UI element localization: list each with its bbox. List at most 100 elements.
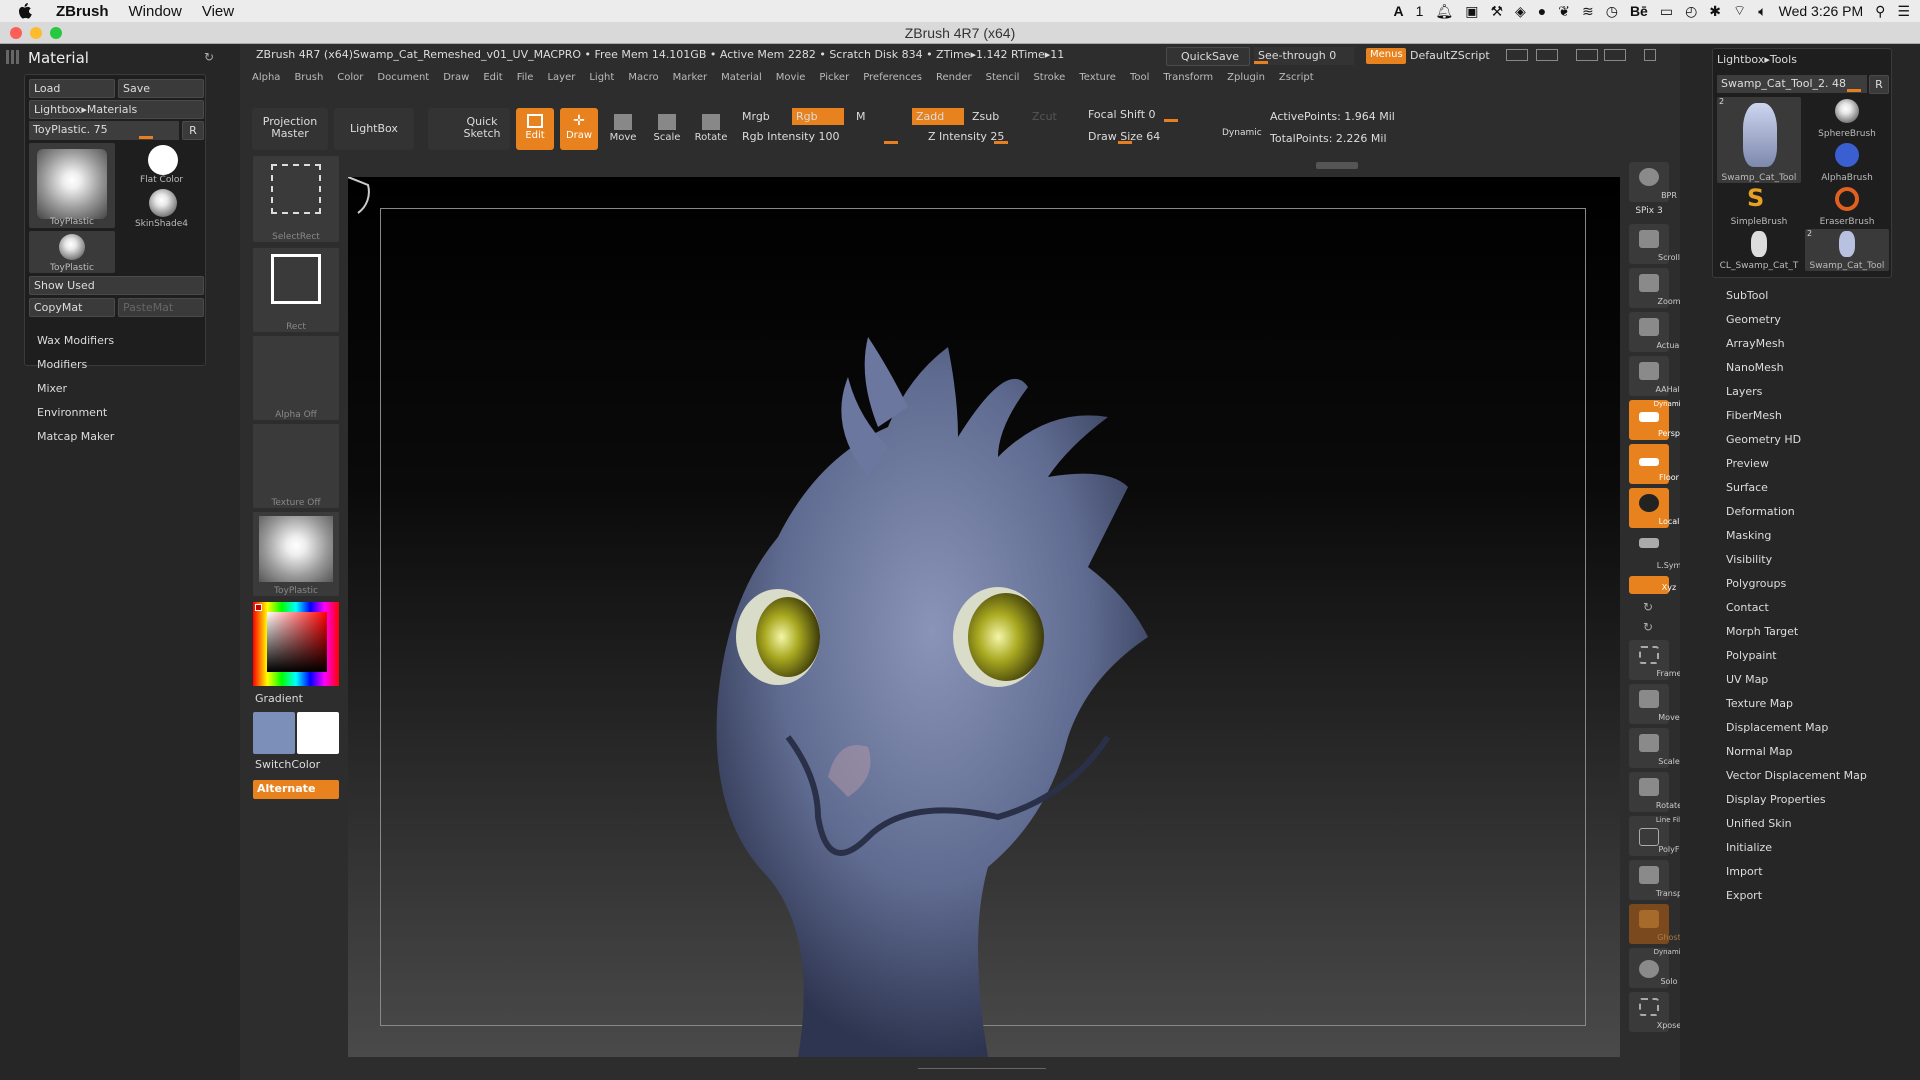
- menu-visibility[interactable]: Visibility: [1726, 553, 1772, 566]
- rotate-axis-icon-2[interactable]: ↻: [1643, 620, 1653, 634]
- menu-stencil[interactable]: Stencil: [986, 72, 1020, 83]
- menu-marker[interactable]: Marker: [673, 72, 708, 83]
- menu-initialize[interactable]: Initialize: [1726, 841, 1772, 854]
- adobe-icon[interactable]: A: [1394, 3, 1404, 19]
- bottom-tray-handle[interactable]: [918, 1068, 1046, 1076]
- see-through-slider[interactable]: See-through 0: [1254, 47, 1354, 65]
- rotate-axis-icon[interactable]: ↻: [1643, 600, 1653, 614]
- select-rect-button[interactable]: SelectRect: [253, 156, 339, 242]
- menu-macro[interactable]: Macro: [628, 72, 658, 83]
- material-thumb-skinshade4[interactable]: SkinShade4: [119, 187, 204, 229]
- secondary-color-swatch[interactable]: [297, 712, 339, 754]
- rgb-intensity-slider[interactable]: Rgb Intensity 100: [738, 128, 898, 145]
- menu-contact[interactable]: Contact: [1726, 601, 1769, 614]
- draw-size-slider[interactable]: Draw Size 64: [1084, 128, 1224, 145]
- menu-deformation[interactable]: Deformation: [1726, 505, 1795, 518]
- save-button[interactable]: Save: [118, 79, 204, 98]
- menu-polypaint[interactable]: Polypaint: [1726, 649, 1777, 662]
- transp-button[interactable]: Transp: [1629, 860, 1682, 900]
- menu-app-name[interactable]: ZBrush: [56, 3, 109, 20]
- actual-button[interactable]: Actual: [1629, 312, 1682, 352]
- tool-r-button[interactable]: R: [1869, 75, 1889, 94]
- projection-master-button[interactable]: Projection Master: [252, 108, 328, 150]
- copymat-button[interactable]: CopyMat: [29, 298, 115, 317]
- menu-texture-map[interactable]: Texture Map: [1726, 697, 1793, 710]
- menu-normal-map[interactable]: Normal Map: [1726, 745, 1793, 758]
- zoom-button[interactable]: Zoom: [1629, 268, 1681, 308]
- layout-icon-3[interactable]: [1576, 49, 1598, 61]
- quicksave-button[interactable]: QuickSave: [1166, 47, 1250, 66]
- menu-zplugin[interactable]: Zplugin: [1227, 72, 1265, 83]
- menu-color[interactable]: Color: [337, 72, 363, 83]
- wifi-icon[interactable]: ⌔: [1733, 2, 1746, 20]
- circle-icon[interactable]: ●: [1538, 3, 1546, 19]
- tool-selector[interactable]: Swamp_Cat_Tool_2. 48: [1717, 75, 1867, 93]
- menu-polygroups[interactable]: Polygroups: [1726, 577, 1786, 590]
- lsym-button[interactable]: L.Sym: [1629, 532, 1681, 572]
- spotlight-icon[interactable]: ⚲: [1875, 3, 1885, 20]
- lightbox-materials-button[interactable]: Lightbox▸Materials: [29, 100, 204, 119]
- gradient-label[interactable]: Gradient: [255, 692, 303, 705]
- local-button[interactable]: Local: [1629, 488, 1679, 528]
- close-window-button[interactable]: [10, 27, 22, 39]
- load-button[interactable]: Load: [29, 79, 115, 98]
- menu-light[interactable]: Light: [589, 72, 614, 83]
- menu-masking[interactable]: Masking: [1726, 529, 1771, 542]
- menu-matcap-maker[interactable]: Matcap Maker: [37, 430, 114, 443]
- menu-geometry[interactable]: Geometry: [1726, 313, 1781, 326]
- menu-export[interactable]: Export: [1726, 889, 1762, 902]
- tool-slider-knob[interactable]: [1847, 89, 1861, 92]
- color-picker[interactable]: [253, 602, 339, 686]
- menu-environment[interactable]: Environment: [37, 406, 107, 419]
- edit-button[interactable]: Edit: [516, 108, 554, 150]
- draw-size-knob[interactable]: [1118, 141, 1132, 144]
- menu-arraymesh[interactable]: ArrayMesh: [1726, 337, 1785, 350]
- bell-icon[interactable]: 🔔︎: [1435, 3, 1453, 20]
- lock-icon[interactable]: [1644, 49, 1656, 61]
- menu-draw[interactable]: Draw: [443, 72, 469, 83]
- lightbox-tools-button[interactable]: Lightbox▸Tools: [1717, 53, 1797, 66]
- rgb-button[interactable]: Rgb: [792, 108, 844, 125]
- rotate-button[interactable]: Rotate: [692, 108, 730, 150]
- switchcolor-button[interactable]: SwitchColor: [255, 758, 320, 771]
- material-button[interactable]: ToyPlastic: [253, 512, 339, 596]
- layout-icon-4[interactable]: [1604, 49, 1626, 61]
- canvas-scroll-indicator[interactable]: [1316, 162, 1358, 169]
- bluetooth-icon[interactable]: ✱: [1709, 3, 1721, 20]
- menu-edit[interactable]: Edit: [483, 72, 502, 83]
- menu-zscript[interactable]: Zscript: [1279, 72, 1314, 83]
- wrench-icon[interactable]: ⚒: [1490, 3, 1503, 20]
- notifications-icon[interactable]: ☰: [1897, 3, 1910, 20]
- menu-modifiers[interactable]: Modifiers: [37, 358, 87, 371]
- polyf-button[interactable]: Line Fill PolyF: [1629, 816, 1682, 856]
- zoom-window-button[interactable]: [50, 27, 62, 39]
- menu-document[interactable]: Document: [377, 72, 429, 83]
- menu-transform[interactable]: Transform: [1163, 72, 1213, 83]
- zadd-button[interactable]: Zadd: [912, 108, 964, 125]
- material-thumb-toyplastic[interactable]: ToyPlastic: [29, 143, 115, 228]
- menu-nanomesh[interactable]: NanoMesh: [1726, 361, 1784, 374]
- spix-slider[interactable]: SPix 3: [1629, 206, 1669, 216]
- bpr-button[interactable]: BPR: [1629, 162, 1677, 202]
- menu-preview[interactable]: Preview: [1726, 457, 1769, 470]
- behance-icon[interactable]: Bē: [1630, 3, 1648, 19]
- scale-button[interactable]: Scale: [648, 108, 686, 150]
- see-through-knob[interactable]: [1254, 61, 1268, 64]
- persp-button[interactable]: Dynamic Persp: [1629, 400, 1684, 440]
- menu-layers[interactable]: Layers: [1726, 385, 1762, 398]
- z-intensity-slider[interactable]: Z Intensity 25: [924, 128, 1074, 145]
- menu-movie[interactable]: Movie: [776, 72, 806, 83]
- rect-stroke-button[interactable]: Rect: [253, 248, 339, 332]
- material-thumb-toyplastic-2[interactable]: ToyPlastic: [29, 231, 115, 273]
- dynamic-button[interactable]: Dynamic: [1218, 126, 1266, 140]
- rgb-intensity-knob[interactable]: [884, 141, 898, 144]
- menu-display-properties[interactable]: Display Properties: [1726, 793, 1826, 806]
- solo-button[interactable]: Dynamic Solo: [1629, 948, 1684, 988]
- menu-window[interactable]: Window: [129, 3, 182, 20]
- ghost-button[interactable]: Ghost: [1629, 904, 1681, 944]
- menu-render[interactable]: Render: [936, 72, 972, 83]
- lightbox-button[interactable]: LightBox: [334, 108, 414, 150]
- focal-shift-knob[interactable]: [1164, 119, 1178, 122]
- menu-tool[interactable]: Tool: [1130, 72, 1149, 83]
- rotate-view-button[interactable]: Rotate: [1629, 772, 1682, 812]
